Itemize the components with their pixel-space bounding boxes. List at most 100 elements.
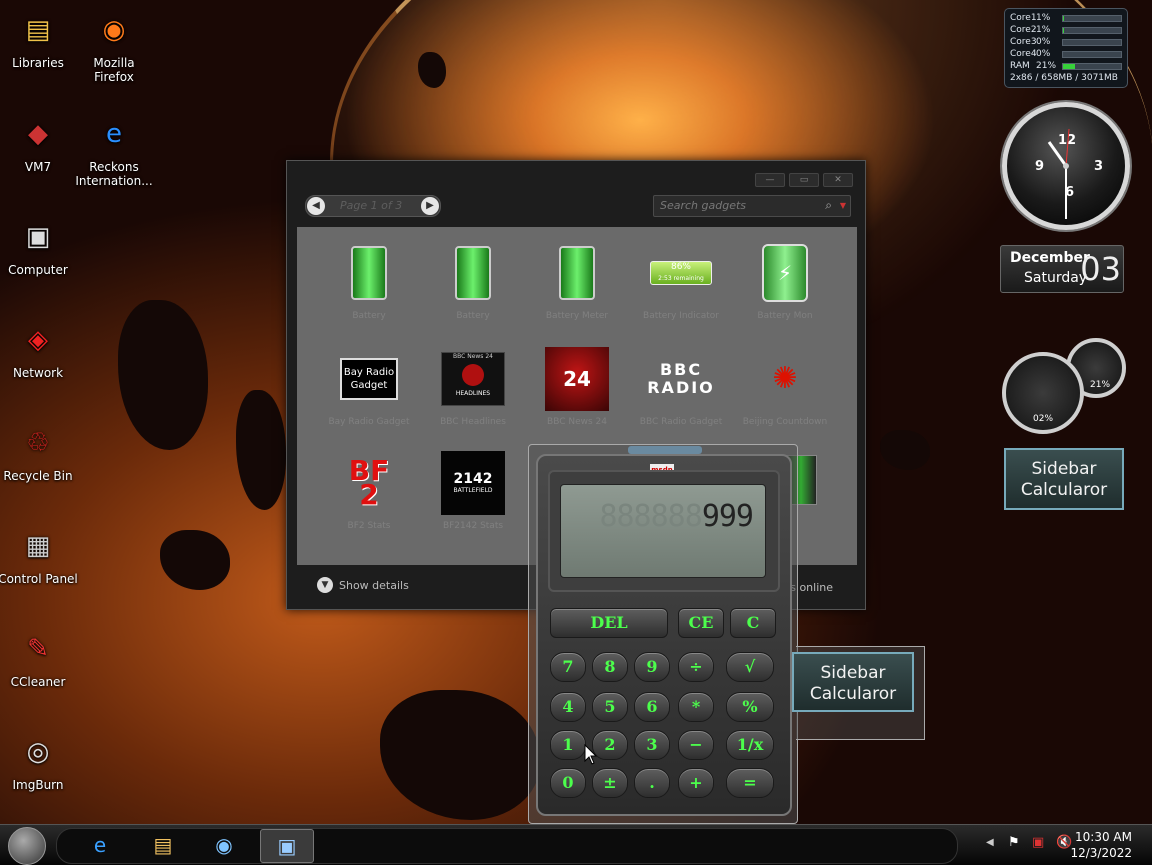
- gadget-caption: BBC News 24: [547, 417, 607, 427]
- taskbar-media-player-icon[interactable]: ◉: [198, 829, 250, 861]
- calc-key[interactable]: √: [726, 652, 774, 682]
- desktop-icon[interactable]: ◎ ImgBurn: [0, 730, 79, 792]
- desktop-icon[interactable]: e Reckons Internation...: [73, 112, 155, 188]
- calculator-display-frame: 888888999: [548, 470, 780, 592]
- calc-key[interactable]: ±: [592, 768, 628, 798]
- imgburn-icon: ◎: [26, 737, 50, 767]
- gadget-tile[interactable]: Battery Meter: [527, 241, 627, 321]
- gadget-tile[interactable]: ⚡ Battery Mon: [735, 241, 835, 321]
- calc-key[interactable]: %: [726, 692, 774, 722]
- bbc-radio-icon: BBC RADIO: [647, 347, 713, 411]
- search-icon[interactable]: ⌕: [825, 198, 832, 213]
- gadget-text: 24: [545, 347, 609, 411]
- gadget-tile[interactable]: 2142 BATTLEFIELD BF2142 Stats: [423, 451, 523, 531]
- gadget-tile[interactable]: 86% 2:53 remaining Battery Indicator: [631, 241, 731, 321]
- calc-key[interactable]: 1/x: [726, 730, 774, 760]
- calc-key[interactable]: =: [726, 768, 774, 798]
- calculator-gadget: msdn 888888999 DELCEC789÷√456*%123−1/x0±…: [536, 454, 792, 816]
- meter-bar: [1062, 62, 1122, 70]
- calendar-gadget[interactable]: December Saturday 03: [1000, 245, 1124, 293]
- tray-expand-icon[interactable]: ◀: [986, 837, 994, 848]
- clock-gadget[interactable]: 12 3 6 9: [1002, 102, 1130, 230]
- taskbar-internet-explorer-icon[interactable]: e: [74, 829, 126, 861]
- gadget-tile[interactable]: 24 BBC News 24: [527, 347, 627, 427]
- gadget-text: Bay Radio Gadget: [340, 358, 398, 400]
- sidebar-calculator-gadget[interactable]: Sidebar Calcularor: [1004, 448, 1124, 510]
- next-page-icon[interactable]: ▶: [421, 197, 439, 215]
- taskbar: e ▤ ◉ ▣ ◀ ⚑ ▣ 🔇 10:30 AM 12/3/2022: [0, 824, 1152, 865]
- desktop-icon[interactable]: ◆ VM7: [0, 112, 79, 174]
- search-gadgets-input[interactable]: Search gadgets ⌕ ▼: [653, 195, 851, 217]
- calc-key[interactable]: 6: [634, 692, 670, 722]
- desktop-icon-label: Reckons Internation...: [75, 160, 153, 188]
- gadget-tile[interactable]: ✺ Beijing Countdown: [735, 347, 835, 427]
- computer-icon: ▣: [25, 222, 51, 252]
- gadget-tile[interactable]: BBC RADIO BBC Radio Gadget: [631, 347, 731, 428]
- calc-key[interactable]: −: [678, 730, 714, 760]
- meter-row: RAM 21%: [1010, 60, 1122, 72]
- calc-key[interactable]: C: [730, 608, 776, 638]
- calc-key[interactable]: 3: [634, 730, 670, 760]
- search-dropdown-icon[interactable]: ▼: [840, 201, 846, 210]
- meter-bar: [1062, 14, 1122, 22]
- desktop-icon-label: Control Panel: [0, 572, 78, 586]
- sidebar-calculator-gadget-dragged[interactable]: Sidebar Calcularor: [792, 652, 914, 712]
- calc-key[interactable]: 8: [592, 652, 628, 682]
- calc-key[interactable]: CE: [678, 608, 724, 638]
- bf2142-icon: 2142 BATTLEFIELD: [441, 451, 505, 515]
- gadget-tile[interactable]: Bay Radio Gadget Bay Radio Gadget: [319, 347, 419, 427]
- calc-key[interactable]: 7: [550, 652, 586, 682]
- calc-key[interactable]: 1: [550, 730, 586, 760]
- meter-percent: 0%: [1036, 49, 1051, 59]
- calc-key[interactable]: ÷: [678, 652, 714, 682]
- calc-key[interactable]: *: [678, 692, 714, 722]
- gadget-text: BF 2: [348, 454, 390, 511]
- taskbar-remote-desktop-icon[interactable]: ▣: [260, 829, 314, 863]
- gadget-tile[interactable]: Battery: [319, 241, 419, 321]
- vm-icon: ◆: [28, 119, 48, 149]
- maximize-button[interactable]: ▭: [789, 173, 819, 187]
- desktop-icon[interactable]: ◈ Network: [0, 318, 79, 380]
- prev-page-icon[interactable]: ◀: [307, 197, 325, 215]
- calc-key[interactable]: 9: [634, 652, 670, 682]
- network-status-icon[interactable]: ▣: [1032, 835, 1044, 850]
- action-center-flag-icon[interactable]: ⚑: [1008, 835, 1020, 850]
- meter-label: Core1: [1010, 13, 1037, 23]
- calc-key[interactable]: +: [678, 768, 714, 798]
- taskbar-folder-icon[interactable]: ▤: [137, 829, 189, 861]
- desktop-icon-label: Computer: [8, 263, 68, 277]
- cpu-gauge[interactable]: 02%: [1002, 352, 1084, 434]
- internet-explorer-icon: e: [106, 119, 122, 149]
- desktop-icon[interactable]: ▣ Computer: [0, 215, 79, 277]
- gadget-caption: Battery: [456, 311, 490, 321]
- desktop-icon[interactable]: ▤ Libraries: [0, 8, 79, 70]
- calc-key[interactable]: 5: [592, 692, 628, 722]
- show-details-button[interactable]: ▼ Show details: [317, 577, 409, 593]
- gadget-subtext: BATTLEFIELD: [453, 487, 493, 494]
- desktop-icon-label: ImgBurn: [12, 778, 64, 792]
- calc-key[interactable]: DEL: [550, 608, 668, 638]
- gadget-subtext: 2:53 remaining: [658, 275, 704, 282]
- minimize-button[interactable]: —: [755, 173, 785, 187]
- gadget-tile[interactable]: BF 2 BF2 Stats: [319, 451, 419, 532]
- calc-key[interactable]: .: [634, 768, 670, 798]
- tray-time: 10:30 AM: [1075, 830, 1132, 844]
- calc-key[interactable]: 4: [550, 692, 586, 722]
- meter-label: RAM: [1010, 61, 1030, 71]
- close-button[interactable]: ✕: [823, 173, 853, 187]
- gadget-tile[interactable]: BBC News 24 HEADLINES BBC Headlines: [423, 347, 523, 427]
- start-button[interactable]: [8, 827, 46, 865]
- calculator-drag-handle[interactable]: [628, 446, 702, 454]
- calc-key[interactable]: 0: [550, 768, 586, 798]
- desktop-icon[interactable]: ▦ Control Panel: [0, 524, 79, 586]
- gadget-tile[interactable]: Battery: [423, 241, 523, 321]
- meter-bar: [1062, 38, 1122, 46]
- firefox-icon: ◉: [102, 15, 126, 45]
- desktop-icon[interactable]: ✎ CCleaner: [0, 627, 79, 689]
- desktop-icon[interactable]: ♲ Recycle Bin: [0, 421, 79, 483]
- system-meter-gadget[interactable]: Core1 1% Core2 1% Core3 0% Core4 0% RAM 21% 2x86 …: [1004, 8, 1128, 88]
- desktop-icon[interactable]: ◉ Mozilla Firefox: [73, 8, 155, 84]
- desktop-icon-label: Libraries: [12, 56, 64, 70]
- tray-clock[interactable]: 10:30 AM 12/3/2022: [1070, 829, 1132, 861]
- beijing-icon: ✺: [772, 361, 798, 396]
